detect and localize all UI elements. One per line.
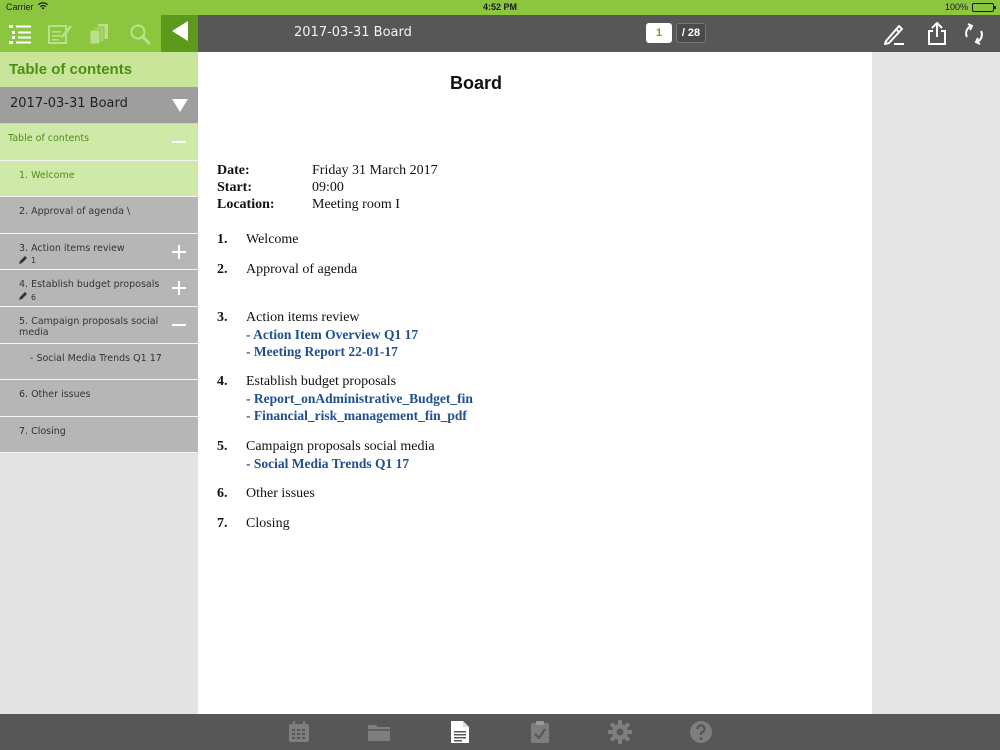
document-icon[interactable] <box>448 720 472 744</box>
sidebar-toolbar <box>0 15 198 52</box>
sidebar-item-label: 5. Campaign proposals social media <box>19 315 159 338</box>
attachment-link[interactable]: - Social Media Trends Q1 17 <box>246 456 409 472</box>
board-selector-label: 2017-03-31 Board <box>10 96 128 111</box>
agenda-number: 3. <box>217 310 228 325</box>
meta-key: Date: <box>217 163 250 178</box>
meta-value: 09:00 <box>312 180 344 195</box>
sync-icon[interactable] <box>961 21 987 47</box>
sidebar-item-budget[interactable]: 4. Establish budget proposals 6 <box>0 270 198 307</box>
page-number-input[interactable]: 1 <box>646 23 672 43</box>
sidebar-header: Table of contents <box>0 52 198 87</box>
attachment-link[interactable]: - Action Item Overview Q1 17 <box>246 327 418 343</box>
sidebar-item-label: 1. Welcome <box>19 169 75 181</box>
pencil-icon <box>19 255 28 266</box>
agenda-title: Other issues <box>246 486 315 501</box>
agenda-title: Approval of agenda <box>246 262 358 277</box>
agenda-number: 5. <box>217 439 228 454</box>
sidebar-item-action-items[interactable]: 3. Action items review 1 <box>0 233 198 271</box>
share-icon[interactable] <box>924 21 950 47</box>
sidebar-item-campaign[interactable]: 5. Campaign proposals social media <box>0 306 198 344</box>
sidebar-item-approval[interactable]: 2. Approval of agenda \ <box>0 197 198 234</box>
battery-percent: 100% <box>944 2 968 12</box>
agenda-title: Establish budget proposals <box>246 374 397 389</box>
documents-icon[interactable] <box>87 21 113 47</box>
list-icon[interactable] <box>7 21 33 47</box>
agenda-number: 6. <box>217 486 228 501</box>
sidebar-item-label: 7. Closing <box>19 425 66 437</box>
page-count: / 28 <box>676 23 706 43</box>
document-title: 2017-03-31 Board <box>294 25 412 40</box>
sidebar-item-label: 6. Other issues <box>19 389 91 401</box>
agenda-number: 1. <box>217 232 228 247</box>
document-page[interactable]: Board Date: Friday 31 March 2017 Start: … <box>198 52 872 714</box>
minus-icon[interactable] <box>170 316 188 334</box>
sidebar-item-welcome[interactable]: 1. Welcome <box>0 160 198 198</box>
back-arrow-icon <box>170 20 190 47</box>
triangle-down-icon <box>172 99 188 112</box>
pencil-icon <box>19 292 28 302</box>
board-selector[interactable]: 2017-03-31 Board <box>0 87 198 124</box>
agenda-number: 4. <box>217 374 228 389</box>
agenda-number: 2. <box>217 262 228 277</box>
document-toolbar: 2017-03-31 Board 1 / 28 <box>198 15 1000 52</box>
attachment-link[interactable]: - Financial_risk_management_fin_pdf <box>246 408 467 424</box>
sidebar-item-other-issues[interactable]: 6. Other issues <box>0 380 198 417</box>
status-bar: Carrier 4:52 PM 100% <box>0 0 1000 15</box>
pen-icon[interactable] <box>881 21 907 47</box>
sidebar-item-label: 4. Establish budget proposals <box>19 279 160 291</box>
sidebar: Table of contents 2017-03-31 Board Table… <box>0 52 198 714</box>
settings-gear-icon[interactable] <box>608 720 632 744</box>
sidebar-item-label: Table of contents <box>8 133 90 144</box>
sidebar-item-table-of-contents[interactable]: Table of contents <box>0 124 198 161</box>
status-time: 4:52 PM <box>482 2 517 12</box>
sidebar-item-closing[interactable]: 7. Closing <box>0 416 198 454</box>
document-heading: Board <box>449 73 502 93</box>
sidebar-item-label: 3. Action items review <box>19 242 125 254</box>
agenda-title: Closing <box>246 516 290 531</box>
status-right: 100% <box>944 2 996 12</box>
attachment-link[interactable]: - Meeting Report 22-01-17 <box>246 344 398 360</box>
annotation-count-value: 1 <box>31 256 37 266</box>
agenda-title: Welcome <box>246 232 299 247</box>
collapse-sidebar-button[interactable] <box>161 15 198 52</box>
meta-key: Location: <box>217 197 275 212</box>
meta-value: Friday 31 March 2017 <box>312 163 438 178</box>
annotation-count: 6 <box>19 292 36 302</box>
annotation-count-value: 6 <box>31 292 37 302</box>
annotation-count: 1 <box>19 255 37 266</box>
calendar-icon[interactable] <box>287 720 311 744</box>
sidebar-item-label: 2. Approval of agenda \ <box>19 206 131 218</box>
clipboard-check-icon[interactable] <box>528 720 552 744</box>
plus-icon[interactable] <box>170 243 188 261</box>
bottom-tab-bar <box>0 714 1000 750</box>
agenda-title: Action items review <box>246 310 360 325</box>
search-icon[interactable] <box>127 21 153 47</box>
sidebar-item-label: - Social Media Trends Q1 17 <box>30 352 162 364</box>
battery-icon <box>972 2 996 12</box>
meta-value: Meeting room I <box>312 197 400 212</box>
meta-key: Start: <box>217 180 252 195</box>
agenda-title: Campaign proposals social media <box>246 439 435 454</box>
folder-icon[interactable] <box>367 720 391 744</box>
sidebar-item-social-media-trends[interactable]: - Social Media Trends Q1 17 <box>0 343 198 381</box>
agenda-number: 7. <box>217 516 228 531</box>
edit-note-icon[interactable] <box>47 21 73 47</box>
right-margin <box>872 52 1000 714</box>
attachment-link[interactable]: - Report_onAdministrative_Budget_fin <box>246 391 473 407</box>
minus-icon[interactable] <box>170 133 188 151</box>
help-icon[interactable] <box>689 720 713 744</box>
plus-icon[interactable] <box>170 279 188 297</box>
